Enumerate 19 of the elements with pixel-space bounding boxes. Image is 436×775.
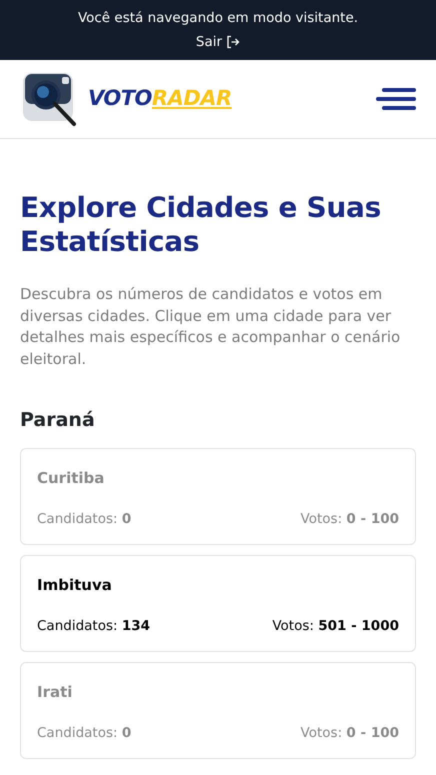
logo-text: VOTO bbox=[88, 85, 152, 112]
votes-range: Votos: 501 - 1000 bbox=[272, 617, 399, 636]
logout-icon bbox=[226, 35, 240, 50]
exit-link[interactable]: Sair bbox=[196, 32, 240, 52]
banner-message: Você está navegando em modo visitante. bbox=[78, 8, 358, 28]
candidates-count: Candidatos: 134 bbox=[37, 617, 150, 636]
candidates-count: Candidatos: 0 bbox=[37, 510, 132, 530]
votes-range: Votos: 0 - 100 bbox=[300, 724, 399, 744]
page-description: Descubra os números de candidatos e votos em diversas cidades. Clique em uma cidade para ver detalhes mais específicos e acompanhar o cenário eleitoral. bbox=[20, 284, 402, 370]
city-name: Imbituva bbox=[37, 574, 113, 596]
state-heading: Paraná bbox=[20, 408, 96, 432]
candidates-count: Candidatos: 0 bbox=[37, 724, 132, 744]
city-name: Irati bbox=[37, 682, 74, 703]
city-card[interactable]: Imbituva Candidatos: 134 Votos: 501 - 1000 bbox=[20, 554, 416, 652]
menu-button[interactable] bbox=[376, 86, 416, 112]
votes-range: Votos: 0 - 100 bbox=[300, 510, 399, 530]
city-name: Curitiba bbox=[37, 468, 106, 489]
page-title: Explore Cidades e Suas Estatísticas bbox=[20, 191, 382, 260]
logo-text: RADAR bbox=[152, 85, 232, 112]
